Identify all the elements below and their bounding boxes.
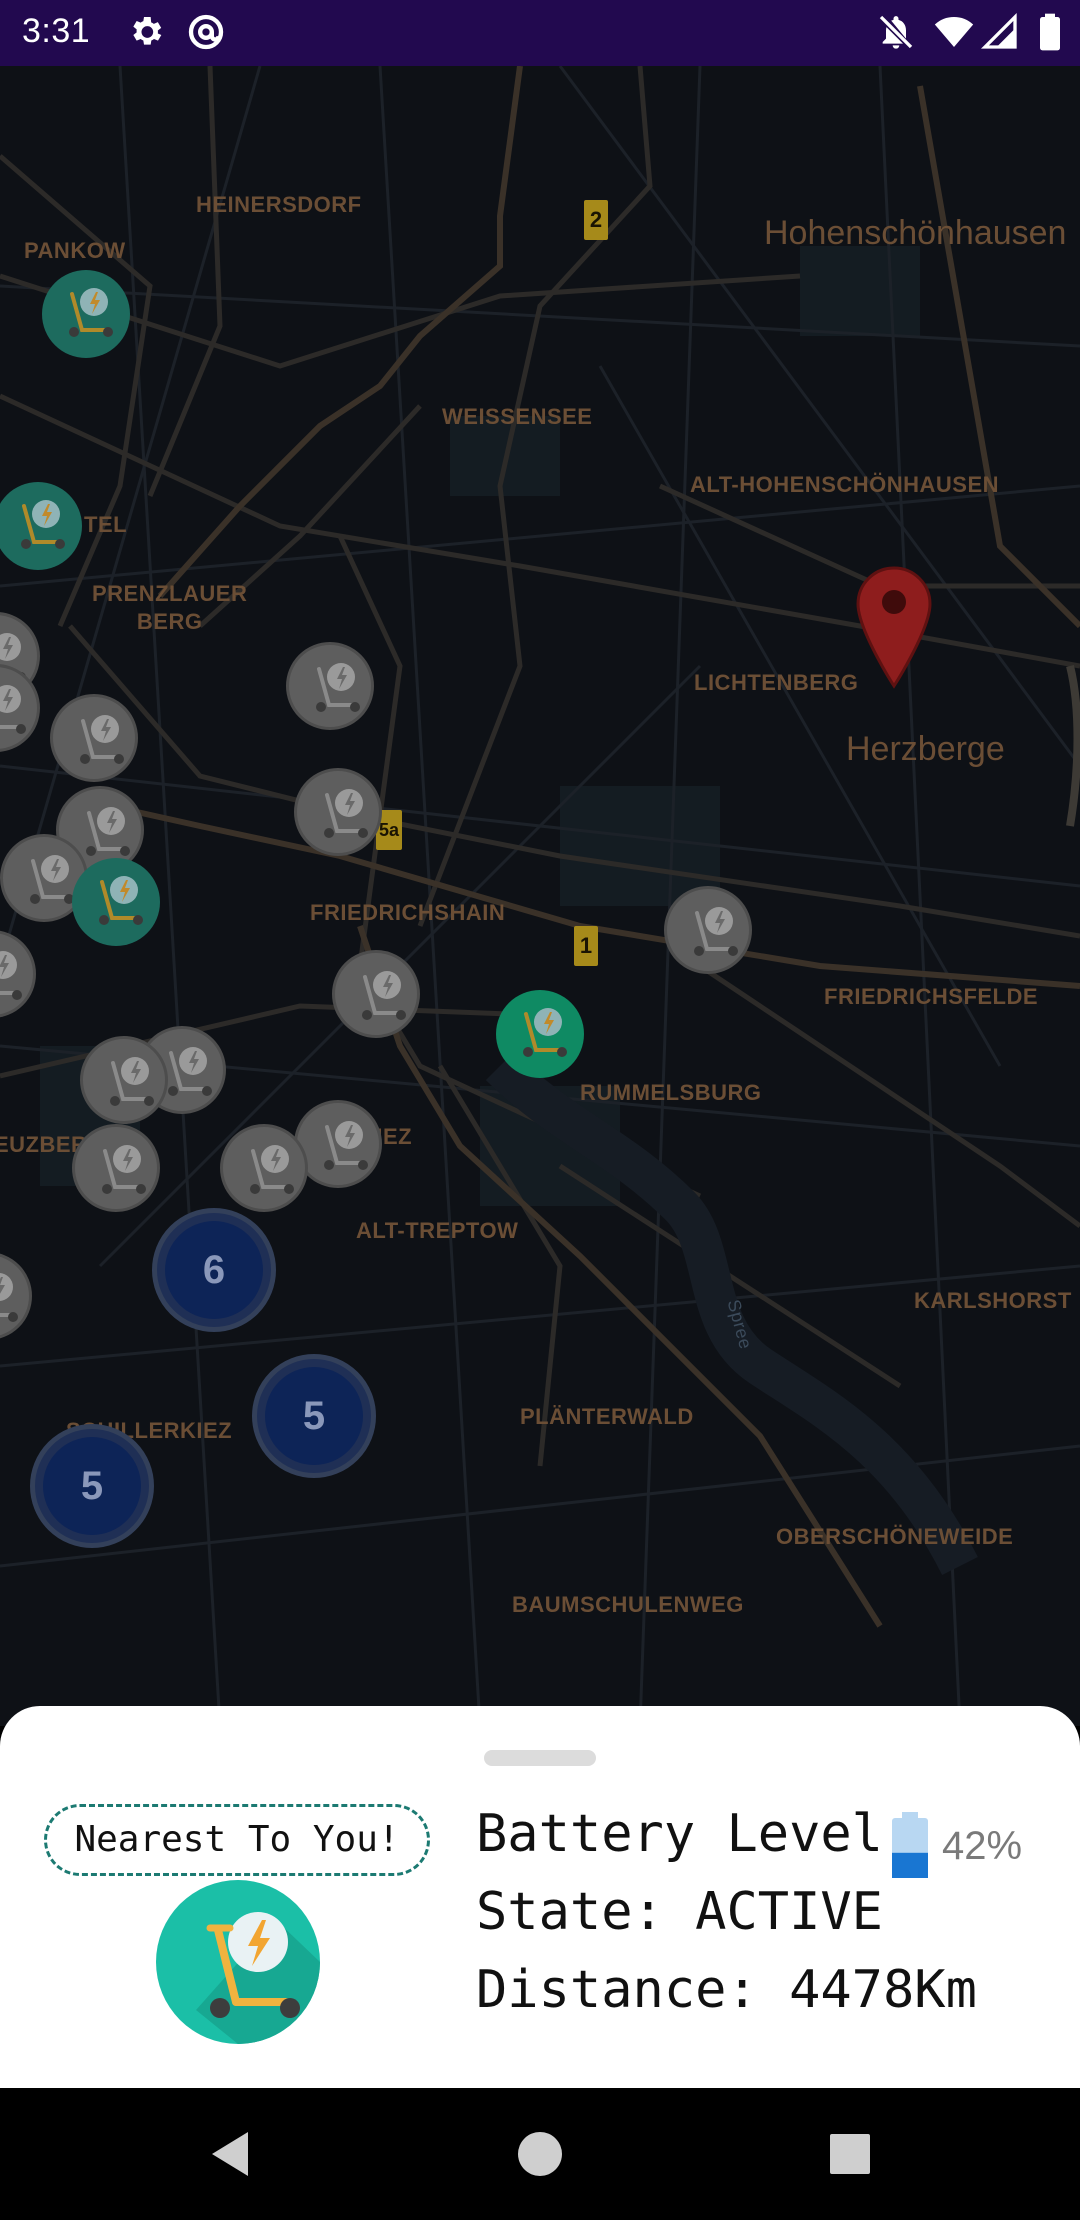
battery-icon xyxy=(1040,13,1060,51)
scooter-icon xyxy=(523,1008,567,1057)
scooter-marker-available[interactable] xyxy=(42,270,130,358)
map-label-hohenschonhausen: Hohenschönhausen xyxy=(764,214,1067,252)
battery-level-icon xyxy=(892,1812,928,1878)
scooter-icon xyxy=(324,789,368,838)
scooter-marker-available[interactable] xyxy=(0,482,82,570)
map-label-planterwald: PLÄNTERWALD xyxy=(520,1404,694,1429)
map-label-herzberge: Herzberge xyxy=(846,730,1005,768)
route-shield: 2 xyxy=(584,200,608,240)
map-label-pankow: PANKOW xyxy=(24,238,126,263)
scooter-marker-inactive[interactable] xyxy=(72,1124,160,1212)
scooter-marker-inactive[interactable] xyxy=(294,768,382,856)
scooter-marker-selected[interactable] xyxy=(496,990,584,1078)
scooter-icon xyxy=(156,1880,320,2044)
map-label-heinersdorf: HEINERSDORF xyxy=(196,192,362,217)
status-time: 3:31 xyxy=(22,12,91,50)
scooter-cluster[interactable]: 5 xyxy=(252,1354,376,1478)
scooter-icon xyxy=(362,971,406,1020)
map-view[interactable]: HEINERSDORF PANKOW Hohenschönhausen WEIS… xyxy=(0,66,1080,1726)
state-text: State: ACTIVE xyxy=(476,1882,883,1942)
scooter-icon xyxy=(102,1145,146,1194)
scooter-icon xyxy=(316,663,360,712)
map-label-karlshorst: KARLSHORST xyxy=(914,1288,1072,1313)
map-label-oberschoneweide: OBERSCHÖNEWEIDE xyxy=(776,1524,1014,1549)
navigation-bar xyxy=(0,2088,1080,2220)
cluster-count: 6 xyxy=(165,1221,263,1319)
map-label-weissensee: WEISSENSEE xyxy=(442,404,593,429)
map-label-prenzlauer-berg: PRENZLAUER BERG xyxy=(92,581,248,634)
scooter-cluster[interactable]: 6 xyxy=(152,1208,276,1332)
scooter-marker-inactive[interactable] xyxy=(664,886,752,974)
scooter-icon xyxy=(0,1273,18,1322)
map-roads xyxy=(0,66,1080,1726)
map-label-friedrichshain: FRIEDRICHSHAIN xyxy=(310,900,506,925)
scooter-marker-inactive[interactable] xyxy=(0,664,40,752)
scooter-icon xyxy=(0,685,26,734)
scooter-marker-inactive[interactable] xyxy=(80,1036,168,1124)
scooter-icon xyxy=(69,288,113,337)
map-label-tel: TEL xyxy=(84,512,128,537)
map-label-rummelsburg: RUMMELSBURG xyxy=(580,1080,762,1105)
map-label-friedrichsfelde: FRIEDRICHSFELDE xyxy=(824,984,1039,1009)
map-label-alt-hohenschonhausen: ALT-HOHENSCHÖNHAUSEN xyxy=(690,472,1000,497)
scooter-marker-inactive[interactable] xyxy=(220,1124,308,1212)
settings-gear-icon xyxy=(133,17,162,45)
at-sign-icon xyxy=(188,14,224,50)
scooter-cluster[interactable]: 5 xyxy=(30,1424,154,1548)
battery-percent: 42% xyxy=(942,1824,1023,1868)
home-icon[interactable] xyxy=(514,2128,566,2180)
location-pin-icon[interactable] xyxy=(856,566,932,690)
scooter-marker-inactive[interactable] xyxy=(0,1252,32,1340)
scooter-icon xyxy=(250,1145,294,1194)
signal-icon xyxy=(980,12,1017,49)
back-icon[interactable] xyxy=(204,2128,256,2180)
recents-icon[interactable] xyxy=(824,2128,876,2180)
battery-level-label: Battery Level xyxy=(476,1804,883,1864)
scooter-icon xyxy=(110,1057,154,1106)
scooter-marker-inactive[interactable] xyxy=(286,642,374,730)
scooter-marker-inactive[interactable] xyxy=(50,694,138,782)
nearest-badge: Nearest To You! xyxy=(44,1804,430,1876)
map-label-baumschulenweg: BAUMSCHULENWEG xyxy=(512,1592,744,1617)
scooter-icon xyxy=(694,907,738,956)
status-bar: 3:31 xyxy=(0,0,1080,66)
scooter-marker-available[interactable] xyxy=(72,858,160,946)
cluster-count: 5 xyxy=(43,1437,141,1535)
distance-text: Distance: 4478Km xyxy=(476,1960,977,2020)
route-shield: 1 xyxy=(574,926,598,966)
scooter-marker-inactive[interactable] xyxy=(0,930,36,1018)
wifi-icon xyxy=(934,17,974,47)
map-label-alt-treptow: ALT-TREPTOW xyxy=(356,1218,519,1243)
scooter-icon xyxy=(324,1121,368,1170)
scooter-details-sheet[interactable]: Nearest To You! Battery Level 42% State:… xyxy=(0,1706,1080,2088)
scooter-icon xyxy=(80,715,124,764)
sheet-drag-handle[interactable] xyxy=(484,1750,596,1766)
scooter-icon xyxy=(0,951,22,1000)
map-label-lichtenberg: LICHTENBERG xyxy=(694,670,859,695)
cluster-count: 5 xyxy=(265,1367,363,1465)
scooter-icon xyxy=(99,876,143,925)
scooter-icon xyxy=(21,500,65,549)
notifications-off-icon xyxy=(879,15,913,49)
scooter-marker-inactive[interactable] xyxy=(332,950,420,1038)
